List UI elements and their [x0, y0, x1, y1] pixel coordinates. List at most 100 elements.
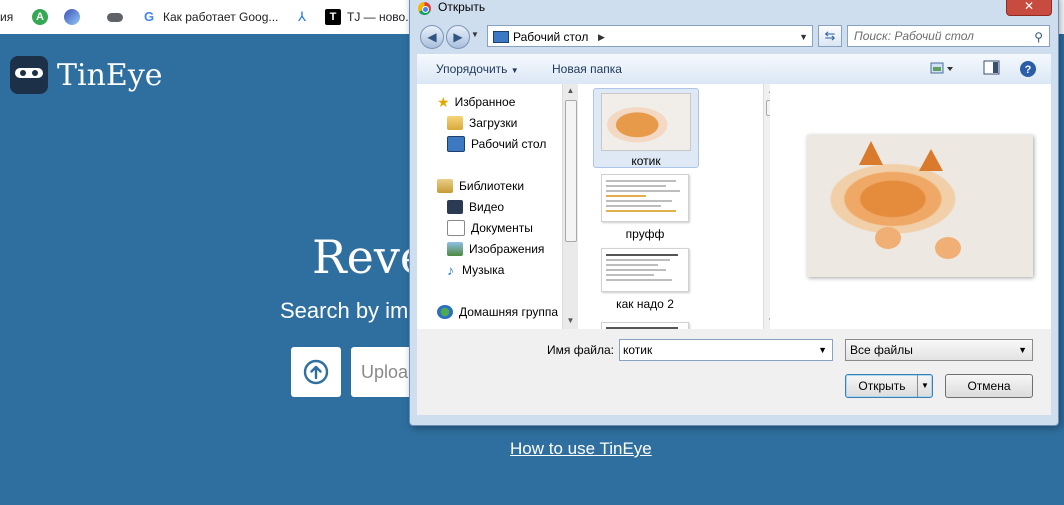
open-file-dialog: Открыть ✕ ◀ ▶ ▼ Рабочий стол ▶ ▼ ⇆ Поиск… [409, 0, 1059, 426]
svg-text:?: ? [1025, 64, 1032, 76]
chrome-icon [418, 2, 431, 15]
bookmark-item[interactable]: A [32, 8, 54, 26]
back-arrow-icon[interactable]: ◀ [420, 25, 444, 49]
nav-item-downloads[interactable]: Загрузки [447, 114, 517, 132]
upload-arrow-icon [303, 359, 329, 385]
new-folder-button[interactable]: Новая папка [552, 62, 622, 76]
open-button[interactable]: Открыть ▼ [845, 374, 933, 398]
nav-homegroup[interactable]: Домашняя группа [437, 303, 558, 321]
file-item-pruff[interactable]: пруфф [593, 170, 697, 241]
nav-label: Избранное [454, 95, 516, 109]
navigation-pane: ★ Избранное Загрузки Рабочий стол Библио… [417, 84, 562, 329]
music-icon: ♪ [447, 262, 454, 278]
star-icon: ★ [437, 93, 450, 110]
nav-label: Изображения [469, 242, 545, 256]
how-to-link[interactable]: How to use TinEye [510, 439, 652, 459]
scroll-up-icon[interactable]: ▲ [563, 86, 578, 95]
dialog-titlebar[interactable]: Открыть ✕ [410, 0, 1058, 17]
file-item-kak-nado-2[interactable]: как надо 2 [593, 244, 697, 314]
cat-preview-image [807, 135, 1033, 277]
bookmark-label: TJ — ново... [347, 10, 416, 24]
documents-icon [447, 220, 465, 236]
forward-arrow-icon[interactable]: ▶ [446, 25, 470, 49]
file-name: пруфф [625, 227, 665, 241]
bookmark-item[interactable]: T TJ — ново... [325, 8, 415, 26]
tineye-robot-icon [10, 56, 48, 94]
homegroup-icon [437, 305, 453, 319]
bookmark-item[interactable] [64, 8, 86, 26]
open-label: Открыть [858, 379, 906, 393]
nav-item-video[interactable]: Видео [447, 198, 504, 216]
view-mode-icon[interactable] [930, 60, 953, 76]
nav-item-music[interactable]: ♪ Музыка [447, 261, 504, 279]
filename-input[interactable]: котик ▼ [619, 339, 833, 361]
refresh-button[interactable]: ⇆ [818, 25, 842, 47]
google-icon: G [141, 9, 157, 25]
nav-label: Домашняя группа [459, 305, 559, 319]
blue-circle-icon [64, 9, 80, 25]
nav-item-desktop[interactable]: Рабочий стол [447, 135, 546, 153]
upload-button[interactable] [291, 347, 341, 397]
video-icon [447, 200, 463, 214]
bookmark-label: Как работает Goog... [163, 10, 279, 24]
file-item-kotik[interactable]: котик [593, 88, 699, 168]
logo-text: TinEye [57, 57, 163, 93]
nav-item-documents[interactable]: Документы [447, 219, 533, 237]
toggle-icon [107, 12, 123, 22]
desktop-icon [447, 136, 465, 152]
file-name: как надо 2 [616, 297, 674, 311]
navigation-row: ◀ ▶ ▼ Рабочий стол ▶ ▼ ⇆ Поиск: Рабочий … [418, 24, 1050, 50]
file-name: котик [631, 154, 661, 168]
chevron-down-icon[interactable]: ▼ [818, 340, 827, 360]
scroll-down-icon[interactable]: ▼ [563, 316, 578, 325]
file-item-partial[interactable] [593, 318, 697, 329]
bookmark-label: ия [0, 10, 14, 24]
address-dropdown-icon[interactable]: ▼ [799, 26, 808, 48]
bookmark-item[interactable]: G Как работает Goog... [141, 8, 278, 26]
cancel-button[interactable]: Отмена [945, 374, 1033, 398]
scroll-thumb[interactable] [565, 100, 577, 242]
nav-label: Загрузки [469, 116, 518, 130]
organize-button[interactable]: Упорядочить ▼ [436, 62, 519, 76]
chevron-down-icon: ▼ [1018, 345, 1027, 355]
green-a-icon: A [32, 9, 48, 25]
filename-label: Имя файла: [547, 343, 614, 357]
nav-label: Документы [471, 221, 533, 235]
preview-pane [770, 84, 1051, 329]
close-button[interactable]: ✕ [1006, 0, 1052, 16]
preview-pane-icon[interactable] [983, 60, 1001, 76]
nav-item-pictures[interactable]: Изображения [447, 240, 544, 258]
libraries-icon [437, 179, 453, 193]
tineye-logo[interactable]: TinEye [10, 56, 163, 94]
search-icon[interactable]: ⚲ [1034, 27, 1043, 47]
nav-label: Видео [469, 200, 505, 214]
dialog-title: Открыть [438, 0, 486, 14]
help-icon[interactable]: ? [1019, 60, 1037, 77]
dialog-toolbar: Упорядочить ▼ Новая папка ? [417, 54, 1051, 85]
bookmark-item[interactable]: ия [0, 8, 13, 26]
dialog-content: ★ Избранное Загрузки Рабочий стол Библио… [417, 84, 1051, 329]
address-bar[interactable]: Рабочий стол ▶ ▼ [487, 25, 813, 47]
dialog-footer: Имя файла: котик ▼ Все файлы ▼ Открыть ▼… [417, 329, 1051, 415]
breadcrumb-arrow-icon[interactable]: ▶ [598, 26, 605, 48]
search-input[interactable]: Поиск: Рабочий стол ⚲ [847, 25, 1050, 47]
filetype-value: Все файлы [850, 343, 913, 357]
filetype-select[interactable]: Все файлы ▼ [845, 339, 1033, 361]
nav-favorites[interactable]: ★ Избранное [437, 93, 515, 111]
history-dropdown-icon[interactable]: ▼ [471, 30, 479, 39]
document-thumbnail [601, 322, 689, 329]
pictures-icon [447, 242, 463, 256]
downloads-folder-icon [447, 116, 463, 130]
document-thumbnail [601, 248, 689, 292]
pdf-icon: ⅄ [294, 9, 310, 25]
nav-libraries[interactable]: Библиотеки [437, 177, 524, 195]
chevron-down-icon: ▼ [510, 66, 519, 75]
nav-scrollbar[interactable]: ▲ ▼ [562, 84, 578, 329]
address-text: Рабочий стол [513, 30, 589, 44]
open-split-dropdown-icon[interactable]: ▼ [917, 375, 932, 397]
bookmark-item[interactable] [107, 8, 129, 26]
document-thumbnail [601, 174, 689, 222]
organize-label: Упорядочить [436, 62, 508, 76]
cat-thumbnail [601, 93, 691, 151]
bookmark-item[interactable]: ⅄ [294, 8, 316, 26]
